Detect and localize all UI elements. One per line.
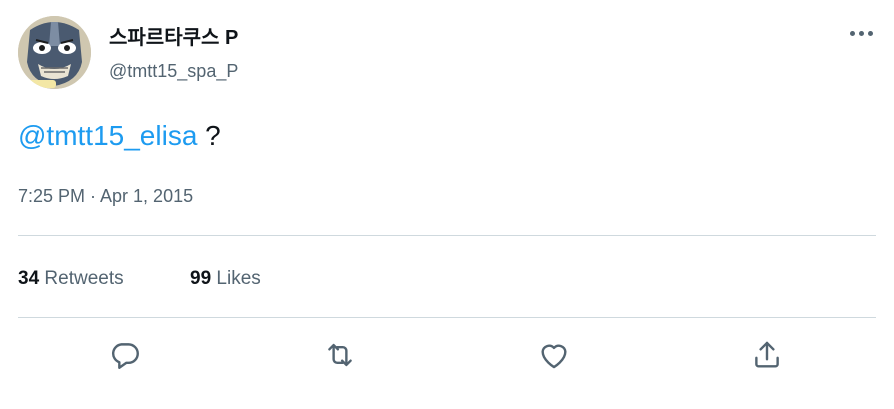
author-display-name[interactable]: 스파르타쿠스 P <box>109 27 238 49</box>
dot <box>849 30 855 36</box>
author-handle[interactable]: @tmtt15_spa_P <box>109 60 238 82</box>
share-button[interactable] <box>750 338 784 372</box>
likes-stat[interactable]: 99 Likes <box>190 267 261 291</box>
tweet-timestamp: 7:25 PM · Apr 1, 2015 <box>18 185 193 207</box>
likes-count: 99 <box>190 268 212 289</box>
timestamp-link[interactable]: 7:25 PM · Apr 1, 2015 <box>18 186 193 206</box>
tweet-text: @tmtt15_elisa ? <box>18 118 221 154</box>
retweets-stat[interactable]: 34 Retweets <box>18 267 124 291</box>
likes-label: Likes <box>216 268 261 289</box>
masked-wrestler-avatar-icon <box>18 16 91 89</box>
avatar[interactable] <box>18 16 91 89</box>
mention-link[interactable]: @tmtt15_elisa <box>18 120 197 151</box>
retweets-label: Retweets <box>44 268 124 289</box>
dot <box>858 30 864 36</box>
more-options-icon[interactable] <box>846 22 876 44</box>
divider <box>18 235 876 236</box>
retweet-icon <box>328 343 352 367</box>
tweet-text-suffix: ? <box>197 120 221 151</box>
like-button[interactable] <box>537 338 571 372</box>
retweet-button[interactable] <box>323 338 357 372</box>
share-icon <box>755 341 779 368</box>
like-icon <box>541 344 567 369</box>
reply-button[interactable] <box>108 338 142 372</box>
retweets-count: 34 <box>18 268 40 289</box>
reply-icon <box>112 343 139 369</box>
divider <box>18 317 876 318</box>
dot <box>867 30 873 36</box>
